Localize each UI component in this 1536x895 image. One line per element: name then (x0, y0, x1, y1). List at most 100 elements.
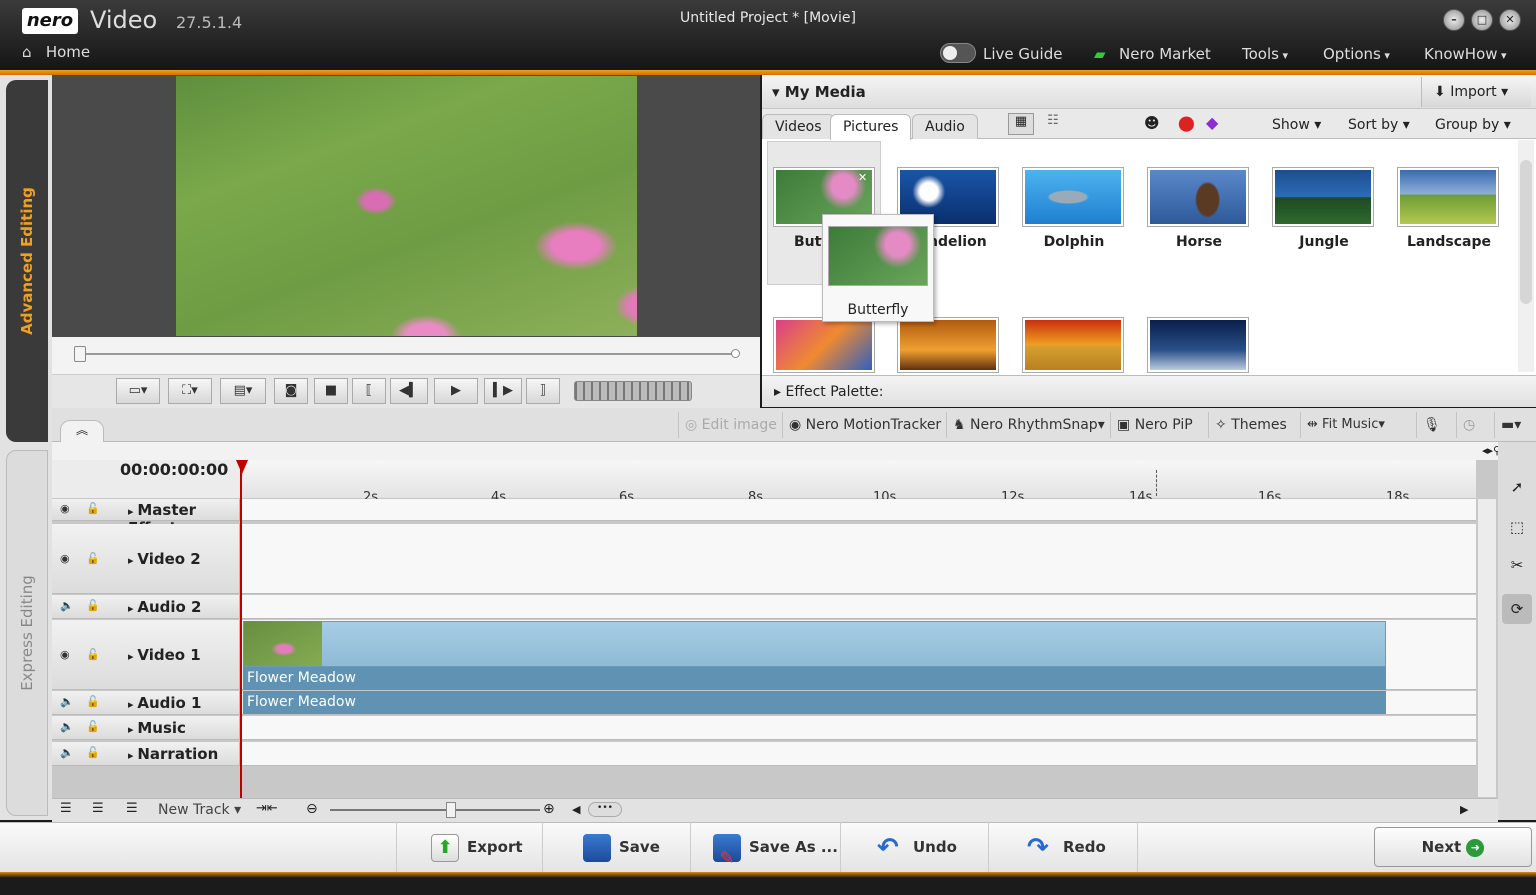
video-clip[interactable] (243, 621, 1386, 667)
lock-icon[interactable]: 🔓 (86, 502, 100, 515)
media-thumb-coral[interactable] (774, 318, 874, 372)
home-link[interactable]: ⌂ Home (22, 43, 90, 61)
speaker-icon[interactable]: 🔈 (60, 599, 74, 612)
save-button[interactable]: Save (542, 822, 690, 872)
import-button[interactable]: ⬇ Import ▾ (1421, 77, 1531, 107)
maximize-button[interactable]: □ (1471, 9, 1493, 31)
fit-timeline-icon[interactable]: ⇥⇤ (256, 801, 278, 816)
tools-menu[interactable]: Tools (1242, 45, 1288, 63)
speaker-icon[interactable]: 🔈 (60, 695, 74, 708)
track-video-2[interactable] (52, 524, 1476, 594)
media-scroll-thumb[interactable] (1520, 160, 1532, 304)
trackhead-audio-1[interactable]: 🔈 🔓 Audio 1 (52, 691, 241, 715)
trackhead-video-1[interactable]: ◉ 🔓 Video 1 (52, 620, 241, 690)
track-audio-2[interactable] (52, 595, 1476, 619)
tag-filter-icon[interactable]: ◆ (1206, 113, 1218, 132)
fullscreen-icon[interactable]: ⛶▾ (168, 378, 212, 404)
mark-out-icon[interactable]: ⟧ (526, 378, 560, 404)
zoom-slider-thumb[interactable] (446, 802, 456, 818)
undo-button[interactable]: ↶ Undo (840, 822, 988, 872)
media-thumb-dolphin[interactable] (1023, 168, 1123, 226)
scrub-handle[interactable] (74, 346, 86, 362)
lock-icon[interactable]: 🔓 (86, 552, 100, 565)
track-narration[interactable] (52, 742, 1476, 766)
magnet-snap-icon[interactable]: ⟳ (1502, 594, 1532, 624)
tab-express-editing[interactable]: Express Editing (6, 450, 48, 816)
fit-music-button[interactable]: ⇹ Fit Music▾ (1300, 412, 1391, 438)
track-size-large-icon[interactable]: ☰ (60, 801, 72, 816)
media-thumb-jungle[interactable] (1273, 168, 1373, 226)
speaker-icon[interactable]: 🔈 (60, 720, 74, 733)
visibility-icon[interactable]: ◉ (60, 502, 70, 515)
rhythm-snap-button[interactable]: ♞ Nero RhythmSnap▾ (946, 412, 1111, 438)
my-media-title[interactable]: ▾ My Media (772, 83, 866, 101)
tab-videos[interactable]: Videos (762, 114, 835, 139)
options-menu[interactable]: Options (1323, 45, 1390, 63)
zoom-in-icon[interactable]: ⊕ (543, 801, 555, 817)
tab-advanced-editing[interactable]: Advanced Editing (6, 80, 48, 442)
remove-thumb-icon[interactable]: ✕ (858, 171, 867, 184)
location-filter-icon[interactable]: ⬤ (1178, 114, 1195, 132)
list-view-icon[interactable]: ☷ (1040, 113, 1066, 135)
pointer-tool-icon[interactable]: ➚ (1502, 472, 1532, 502)
pip-button[interactable]: ▣ Nero PiP (1110, 412, 1199, 438)
hscroll-thumb[interactable]: ••• (588, 802, 622, 817)
display-options-icon[interactable]: ▬▾ (1494, 412, 1527, 438)
trackhead-narration[interactable]: 🔈 🔓 Narration (52, 742, 241, 766)
timer-icon[interactable]: ◷ (1456, 412, 1481, 438)
hscroll-left-icon[interactable]: ◀ (572, 803, 580, 816)
lock-icon[interactable]: 🔓 (86, 720, 100, 733)
track-size-small-icon[interactable]: ☰ (126, 801, 138, 816)
lock-icon[interactable]: 🔓 (86, 648, 100, 661)
live-guide-label[interactable]: Live Guide (983, 45, 1062, 63)
audio-clip[interactable]: Flower Meadow (243, 691, 1386, 714)
trackhead-music[interactable]: 🔈 🔓 Music (52, 716, 241, 740)
media-thumb-landscape[interactable] (1398, 168, 1498, 226)
visibility-icon[interactable]: ◉ (60, 648, 70, 661)
tab-audio[interactable]: Audio (912, 114, 978, 139)
trackhead-audio-2[interactable]: 🔈 🔓 Audio 2 (52, 595, 241, 619)
preview-scrubber[interactable] (52, 337, 760, 374)
new-track-dropdown[interactable]: New Track ▾ (158, 802, 241, 818)
zoom-out-icon[interactable]: ⊖ (306, 801, 318, 817)
edit-image-button[interactable]: ◎ Edit image (678, 412, 783, 438)
zoom-slider[interactable] (330, 809, 540, 811)
redo-button[interactable]: ↷ Redo (988, 822, 1138, 872)
themes-button[interactable]: ✧ Themes (1208, 412, 1293, 438)
jog-shuttle[interactable] (574, 381, 692, 401)
tab-pictures[interactable]: Pictures (830, 114, 912, 140)
groupby-dropdown[interactable]: Group by ▾ (1435, 117, 1511, 133)
next-button[interactable]: Next ➜ (1374, 827, 1532, 867)
step-forward-icon[interactable]: ▍▶ (484, 378, 522, 404)
snapshot-camera-icon[interactable]: ◙ (274, 378, 308, 404)
playhead-marker[interactable] (236, 460, 248, 474)
nero-market-link[interactable]: Nero Market (1119, 45, 1211, 63)
grid-view-icon[interactable]: ▦ (1008, 113, 1034, 135)
stop-icon[interactable]: ■ (314, 378, 348, 404)
lock-icon[interactable]: 🔓 (86, 746, 100, 759)
person-filter-icon[interactable]: ☻ (1144, 114, 1160, 132)
show-dropdown[interactable]: Show ▾ (1272, 117, 1321, 133)
trackhead-master-effects[interactable]: ◉🔓Master Effects (52, 499, 241, 537)
media-thumb-winter[interactable] (1148, 318, 1248, 372)
display-mode-icon[interactable]: ▭▾ (116, 378, 160, 404)
lock-icon[interactable]: 🔓 (86, 695, 100, 708)
close-button[interactable]: ✕ (1499, 9, 1521, 31)
step-back-icon[interactable]: ◀▍ (390, 378, 428, 404)
time-ruler[interactable] (242, 460, 1476, 498)
microphone-icon[interactable]: 🎙 (1416, 412, 1447, 438)
hscroll-right-icon[interactable]: ▶ (1460, 803, 1468, 816)
playhead[interactable] (240, 460, 242, 798)
lock-icon[interactable]: 🔓 (86, 599, 100, 612)
aspect-icon[interactable]: ▤▾ (220, 378, 266, 404)
video-clip-label[interactable]: Flower Meadow (243, 667, 1386, 690)
track-master-effects[interactable] (52, 499, 1476, 521)
export-button[interactable]: ⬆ Export (396, 822, 542, 872)
track-music[interactable] (52, 716, 1476, 740)
scissors-icon[interactable]: ✂ (1502, 550, 1532, 580)
mark-in-icon[interactable]: ⟦ (352, 378, 386, 404)
motion-tracker-button[interactable]: ◉ Nero MotionTracker (782, 412, 947, 438)
knowhow-menu[interactable]: KnowHow (1424, 45, 1507, 63)
collapse-timeline-icon[interactable]: ︽ (60, 420, 104, 442)
media-thumb-sunset[interactable] (1023, 318, 1123, 372)
